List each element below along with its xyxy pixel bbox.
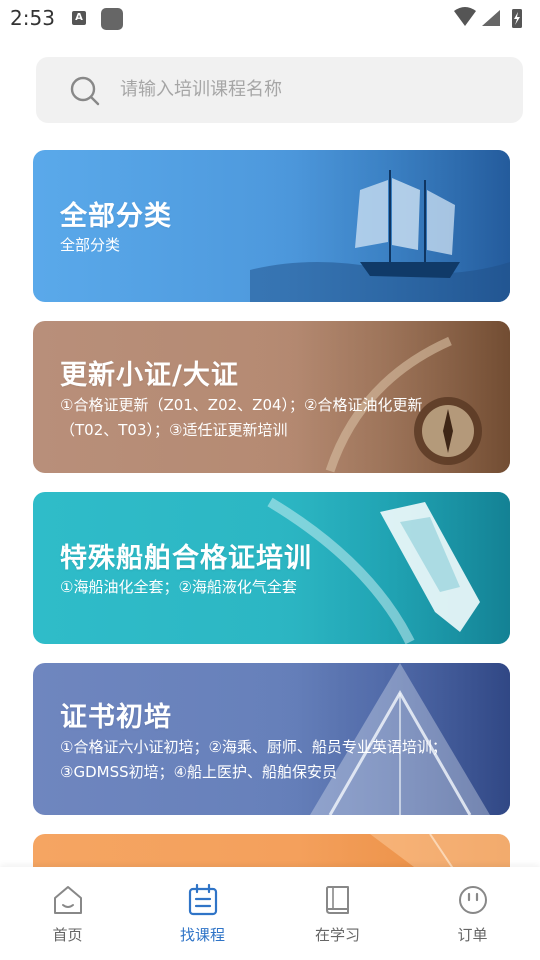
status-time: 2:53 xyxy=(10,6,55,30)
card-description: ①合格证六小证初培；②海乘、厨师、船员专业英语培训；③GDMSS初培；④船上医护… xyxy=(60,738,447,781)
category-card-initial-training[interactable]: 证书初培 ①合格证六小证初培；②海乘、厨师、船员专业英语培训；③GDMSS初培；… xyxy=(33,663,510,815)
sailing-ship-image xyxy=(250,150,510,302)
nav-label: 首页 xyxy=(52,926,83,944)
search-input[interactable]: 请输入培训课程名称 xyxy=(120,57,282,123)
card-title: 证书初培 xyxy=(60,702,172,733)
wifi-icon xyxy=(454,7,476,26)
nav-label: 找课程 xyxy=(179,926,225,944)
bottom-navigation: 首页 找课程 在学习 订单 xyxy=(0,867,540,960)
category-card-renewal[interactable]: 更新小证/大证 ①合格证更新（Z01、Z02、Z04）；②合格证油化更新（T02… xyxy=(33,321,510,473)
nav-item-home[interactable]: 首页 xyxy=(0,867,135,960)
book-icon xyxy=(325,886,349,914)
category-card-all[interactable]: 全部分类 全部分类 xyxy=(33,150,510,302)
card-description: ①海船油化全套；②海船液化气全套 xyxy=(60,578,297,596)
nav-label: 在学习 xyxy=(314,926,360,944)
status-bar: 2:53 A xyxy=(0,0,540,38)
calendar-icon xyxy=(188,883,217,916)
card-title: 更新小证/大证 xyxy=(60,360,239,391)
search-icon xyxy=(70,76,100,106)
card-title: 全部分类 xyxy=(60,201,172,232)
signal-icon xyxy=(482,10,500,26)
search-bar[interactable]: 请输入培训课程名称 xyxy=(36,57,523,123)
card-title: 特殊船舶合格证培训 xyxy=(60,543,312,574)
nav-item-learning[interactable]: 在学习 xyxy=(270,867,405,960)
nav-item-find-course[interactable]: 找课程 xyxy=(135,867,270,960)
home-icon xyxy=(53,886,82,914)
nav-item-orders[interactable]: 订单 xyxy=(405,867,540,960)
card-description: ①合格证更新（Z01、Z02、Z04）；②合格证油化更新（T02、T03）；③适… xyxy=(60,396,423,439)
notification-icon: A xyxy=(72,11,86,25)
nav-label: 订单 xyxy=(457,926,488,944)
system-status-icons xyxy=(454,7,522,28)
card-description: 全部分类 xyxy=(60,236,121,254)
category-card-special-ship[interactable]: 特殊船舶合格证培训 ①海船油化全套；②海船液化气全套 xyxy=(33,492,510,644)
app-notification-icon xyxy=(101,8,123,30)
face-icon xyxy=(458,886,487,914)
